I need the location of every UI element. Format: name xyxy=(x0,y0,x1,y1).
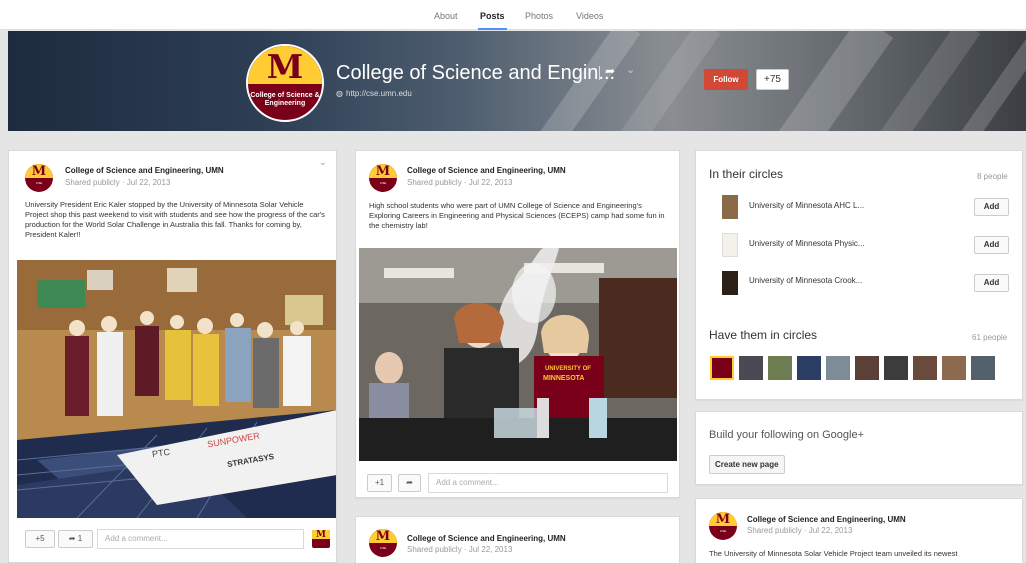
page-title: College of Science and Engin... xyxy=(336,62,616,84)
circles-card: In their circles 8 people University of … xyxy=(695,150,1023,400)
post-card: M CSE College of Science and Engineering,… xyxy=(355,516,680,563)
comment-input[interactable]: Add a comment... xyxy=(428,473,668,493)
tab-about[interactable]: About xyxy=(434,11,458,21)
circle-name[interactable]: University of Minnesota Crook... xyxy=(749,276,862,285)
author-avatar[interactable]: M CSE xyxy=(369,529,397,557)
post-author[interactable]: College of Science and Engineering, UMN xyxy=(747,515,906,524)
person-avatar[interactable] xyxy=(768,356,792,380)
share-button[interactable]: ➦ xyxy=(398,474,421,492)
plus-one-button[interactable]: +1 xyxy=(367,474,392,492)
post-author[interactable]: College of Science and Engineering, UMN xyxy=(407,534,566,543)
person-avatar[interactable] xyxy=(826,356,850,380)
post-card: M CSE College of Science and Engineering,… xyxy=(695,498,1023,563)
commenter-avatar: M xyxy=(312,530,330,548)
follow-button[interactable]: Follow xyxy=(704,69,748,90)
post-meta: Shared publicly · Jul 22, 2013 xyxy=(747,526,853,535)
share-icon[interactable]: ➦ xyxy=(605,64,615,78)
add-to-circle-button[interactable]: Add xyxy=(974,198,1009,216)
circle-name[interactable]: University of Minnesota AHC L... xyxy=(749,201,864,210)
build-following-title: Build your following on Google+ xyxy=(709,429,865,441)
author-avatar[interactable]: M CSE xyxy=(709,512,737,540)
share-button[interactable]: ➦ 1 xyxy=(58,530,93,548)
post-author[interactable]: College of Science and Engineering, UMN xyxy=(407,166,566,175)
person-avatar[interactable] xyxy=(884,356,908,380)
person-avatar[interactable] xyxy=(971,356,995,380)
build-following-card: Build your following on Google+ Create n… xyxy=(695,411,1023,485)
author-avatar[interactable]: M CSE xyxy=(25,164,53,192)
post-photo[interactable]: UNIVERSITY OF MINNESOTA xyxy=(359,248,677,461)
profile-tabs: About Posts Photos Videos xyxy=(0,0,1026,30)
post-card: M CSE College of Science and Engineering,… xyxy=(355,150,680,498)
post-author[interactable]: College of Science and Engineering, UMN xyxy=(65,166,224,175)
plus-one-button[interactable]: +5 xyxy=(25,530,55,548)
comment-input[interactable]: Add a comment... xyxy=(97,529,304,549)
tab-posts[interactable]: Posts xyxy=(478,11,507,30)
person-avatar[interactable] xyxy=(710,356,734,380)
profile-logo[interactable]: M College of Science & Engineering xyxy=(246,44,324,122)
circle-thumbnail[interactable] xyxy=(722,233,738,257)
title-divider xyxy=(599,66,600,80)
in-circles-count: 8 people xyxy=(977,172,1008,181)
tab-videos[interactable]: Videos xyxy=(576,11,603,21)
circle-thumbnail[interactable] xyxy=(722,271,738,295)
author-avatar[interactable]: M CSE xyxy=(369,164,397,192)
person-avatar[interactable] xyxy=(855,356,879,380)
add-to-circle-button[interactable]: Add xyxy=(974,274,1009,292)
share-icon: ➦ xyxy=(68,534,76,543)
post-photo[interactable]: PTC SUNPOWER STRATASYS xyxy=(17,260,336,518)
plus-one-count-button[interactable]: +75 xyxy=(756,69,789,90)
person-avatar[interactable] xyxy=(942,356,966,380)
person-avatar[interactable] xyxy=(739,356,763,380)
person-avatar[interactable] xyxy=(797,356,821,380)
circle-thumbnail[interactable] xyxy=(722,195,738,219)
chevron-down-icon[interactable]: ⌄ xyxy=(626,63,635,76)
post-meta: Shared publicly · Jul 22, 2013 xyxy=(407,545,513,554)
website-link[interactable]: http://cse.umn.edu xyxy=(346,89,412,98)
post-text: High school students who were part of UM… xyxy=(369,201,665,230)
create-new-page-button[interactable]: Create new page xyxy=(709,455,785,474)
post-menu-chevron-icon[interactable]: ⌄ xyxy=(319,157,327,168)
have-circles-count: 61 people xyxy=(972,333,1008,342)
tab-photos[interactable]: Photos xyxy=(525,11,553,21)
add-to-circle-button[interactable]: Add xyxy=(974,236,1009,254)
share-icon: ➦ xyxy=(406,478,413,487)
person-avatar[interactable] xyxy=(913,356,937,380)
post-text: The University of Minnesota Solar Vehicl… xyxy=(709,549,958,558)
globe-icon: ◍ xyxy=(336,89,343,98)
in-circles-title[interactable]: In their circles xyxy=(709,167,783,181)
post-text: University President Eric Kaler stopped … xyxy=(25,200,325,239)
circle-name[interactable]: University of Minnesota Physic... xyxy=(749,239,865,248)
post-meta: Shared publicly · Jul 22, 2013 xyxy=(65,178,171,187)
post-card: M CSE College of Science and Engineering,… xyxy=(8,150,337,563)
post-meta: Shared publicly · Jul 22, 2013 xyxy=(407,178,513,187)
have-circles-title[interactable]: Have them in circles xyxy=(709,328,817,342)
